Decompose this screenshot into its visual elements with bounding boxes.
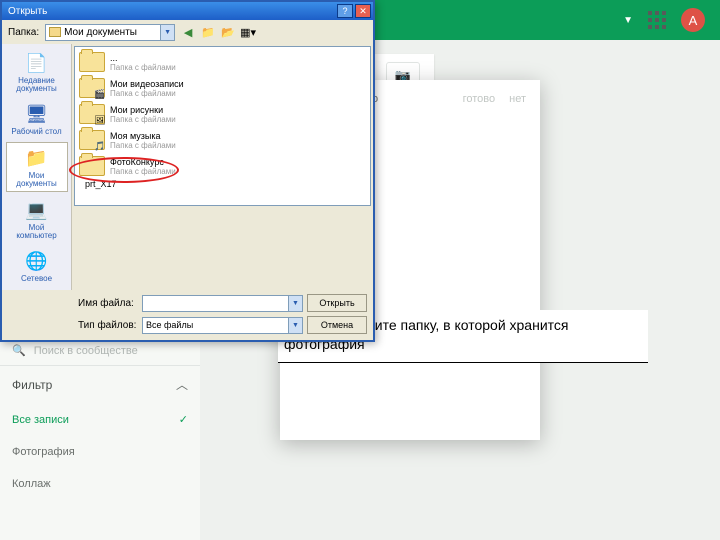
- popup-cancel-button[interactable]: нет: [509, 93, 526, 105]
- place-recent[interactable]: 📄Недавние документы: [6, 48, 68, 96]
- folder-icon: [79, 52, 105, 72]
- up-folder-icon[interactable]: 📁: [201, 25, 215, 39]
- place-desktop[interactable]: 🖥Рабочий стол: [6, 99, 68, 139]
- new-folder-icon[interactable]: 📂: [221, 25, 235, 39]
- filter-item-label: Все записи: [12, 414, 69, 426]
- folder-icon: [49, 27, 61, 37]
- folder-dropdown[interactable]: Мои документы ▼: [45, 24, 175, 41]
- search-placeholder: Поиск в сообществе: [34, 345, 138, 357]
- documents-icon: 📁: [23, 146, 51, 170]
- file-open-dialog: Открыть ? ✕ Папка: Мои документы ▼ ◀ 📁 📂…: [0, 0, 375, 342]
- dialog-title: Открыть: [8, 6, 47, 17]
- dropdown-caret-icon: ▼: [288, 318, 302, 333]
- filter-item-collage[interactable]: Коллаж: [0, 468, 200, 500]
- popup-done-button[interactable]: готово: [463, 93, 496, 105]
- apps-grid-icon[interactable]: [648, 11, 666, 29]
- desktop-icon: 🖥: [23, 102, 51, 126]
- help-button[interactable]: ?: [337, 4, 353, 18]
- place-my-computer[interactable]: 💻Мой компьютер: [6, 195, 68, 243]
- dialog-titlebar[interactable]: Открыть ? ✕: [2, 2, 373, 20]
- folder-icon: [79, 156, 105, 176]
- avatar[interactable]: A: [681, 8, 705, 32]
- chevron-up-icon: ︿: [176, 376, 188, 393]
- dialog-toolbar: Папка: Мои документы ▼ ◀ 📁 📂 ▦▾: [2, 20, 373, 44]
- folder-selected: Мои документы: [64, 27, 137, 38]
- music-badge-icon: 🎵: [94, 141, 106, 151]
- filter-item-photo[interactable]: Фотография: [0, 436, 200, 468]
- filetype-dropdown[interactable]: Все файлы▼: [142, 317, 303, 334]
- view-menu-icon[interactable]: ▦▾: [241, 25, 255, 39]
- search-icon: 🔍: [12, 344, 26, 357]
- filetype-label: Тип файлов:: [78, 320, 138, 331]
- file-item-photocontest[interactable]: ФотоКонкурсПапка с файлами: [79, 153, 366, 179]
- filter-item-label: Фотография: [12, 446, 75, 458]
- folder-icon: 🎵: [79, 130, 105, 150]
- filter-item-label: Коллаж: [12, 478, 51, 490]
- folder-icon: 🖼: [79, 104, 105, 124]
- filter-item-all[interactable]: Все записи ✓: [0, 403, 200, 436]
- place-network[interactable]: 🌐Сетевое: [6, 246, 68, 286]
- check-icon: ✓: [179, 413, 188, 426]
- filter-label: Фильтр: [12, 378, 52, 392]
- computer-icon: 💻: [23, 198, 51, 222]
- dropdown-caret-icon: ▼: [288, 296, 302, 311]
- file-item[interactable]: 🎵Моя музыкаПапка с файлами: [79, 127, 366, 153]
- recent-icon: 📄: [23, 51, 51, 75]
- network-icon: 🌐: [23, 249, 51, 273]
- dropdown-caret-icon: ▼: [160, 25, 174, 40]
- file-item-cutoff[interactable]: prt_X17: [79, 179, 366, 189]
- places-bar: 📄Недавние документы 🖥Рабочий стол 📁Мои д…: [2, 44, 72, 290]
- close-button[interactable]: ✕: [355, 4, 371, 18]
- file-item[interactable]: 🎬Мои видеозаписиПапка с файлами: [79, 75, 366, 101]
- image-badge-icon: 🖼: [94, 115, 106, 125]
- file-list[interactable]: ...Папка с файлами 🎬Мои видеозаписиПапка…: [74, 46, 371, 206]
- open-button[interactable]: Открыть: [307, 294, 367, 312]
- filename-label: Имя файла:: [78, 298, 138, 309]
- place-my-documents[interactable]: 📁Мои документы: [6, 142, 68, 192]
- file-item[interactable]: ...Папка с файлами: [79, 49, 366, 75]
- caret-down-icon[interactable]: ▼: [623, 15, 633, 26]
- back-icon[interactable]: ◀: [181, 25, 195, 39]
- cancel-button[interactable]: Отмена: [307, 316, 367, 334]
- folder-icon: 🎬: [79, 78, 105, 98]
- file-item[interactable]: 🖼Мои рисункиПапка с файлами: [79, 101, 366, 127]
- video-badge-icon: 🎬: [94, 89, 106, 99]
- folder-label: Папка:: [8, 27, 39, 38]
- filter-header[interactable]: Фильтр ︿: [0, 365, 200, 403]
- filename-input[interactable]: ▼: [142, 295, 303, 312]
